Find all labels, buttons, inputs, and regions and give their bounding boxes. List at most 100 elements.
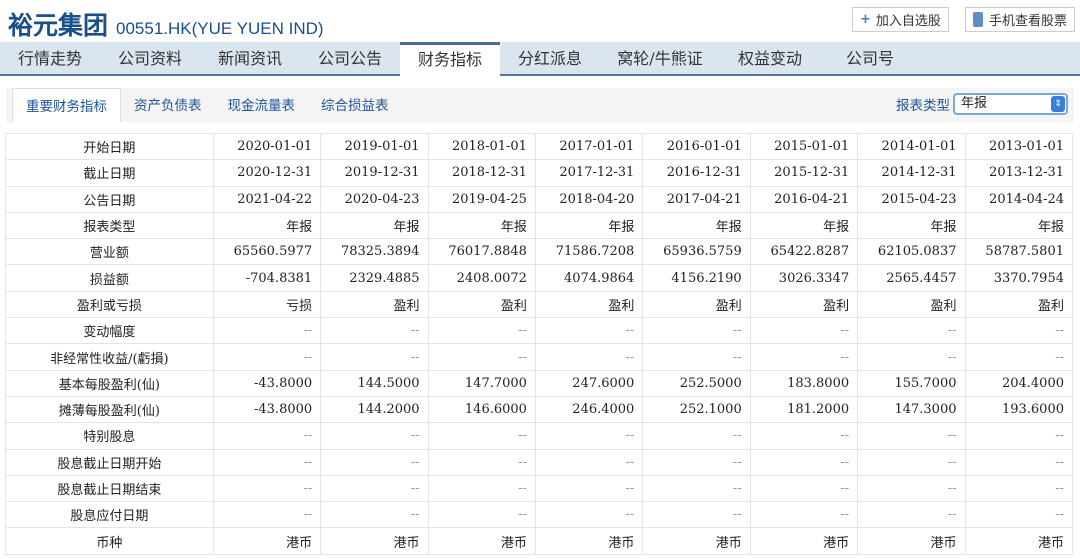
cell: 2019-04-25	[427, 185, 536, 213]
cell: 盈利	[642, 290, 751, 319]
nav-tab[interactable]: 新闻资讯	[200, 42, 300, 74]
report-type-select[interactable]: 年报 ⇕	[953, 93, 1068, 115]
nav-tab[interactable]: 行情走势	[0, 42, 100, 74]
nav-tab[interactable]: 权益变动	[720, 42, 820, 74]
cell: 港币	[857, 527, 966, 555]
table-row: 截止日期 2020-12-31 2019-12-31 2018-12-31 2017-1…	[5, 159, 1073, 187]
report-type-label: 报表类型	[896, 98, 950, 114]
table-row: 币种 港币 港币 港币 港币 港币 港币 港币 港币	[5, 527, 1073, 555]
cell: 2014-12-31	[857, 159, 966, 187]
cell: --	[534, 343, 644, 371]
cell: 4074.9864	[534, 264, 644, 292]
cell: --	[427, 474, 536, 503]
table-row: 变动幅度 -- -- -- -- -- -- -- --	[5, 317, 1073, 345]
sub-tab[interactable]: 现金流量表	[215, 88, 309, 122]
row-label: 损益额	[5, 264, 214, 292]
cell: 年报	[534, 211, 644, 240]
table-row: 摊薄每股盈利(仙) -43.8000 144.2000 146.6000 246.400…	[5, 395, 1073, 424]
row-label: 非经常性收益/(虧損)	[5, 343, 214, 371]
nav-tab[interactable]: 公司公告	[300, 42, 400, 74]
cell: --	[642, 422, 751, 450]
cell: --	[427, 501, 536, 529]
nav-tab[interactable]: 窝轮/牛熊证	[600, 42, 720, 74]
cell: 247.6000	[534, 369, 644, 397]
row-label: 股息截止日期结束	[5, 474, 214, 503]
main-nav: 行情走势 公司资料 新闻资讯 公司公告 财务指标 分红派息 窝轮/牛熊证 权益变动 公司号	[0, 42, 1080, 77]
cell: --	[964, 422, 1073, 450]
report-type: 报表类型 年报 ⇕	[896, 93, 1068, 115]
cell: --	[427, 448, 536, 476]
nav-tab[interactable]: 财务指标	[400, 42, 500, 77]
cell: 港币	[534, 527, 644, 555]
cell: 2018-01-01	[427, 132, 536, 161]
cell: --	[964, 448, 1073, 476]
cell: --	[642, 474, 751, 503]
cell: --	[534, 317, 644, 345]
cell: 71586.7208	[534, 238, 644, 266]
cell: 252.5000	[642, 369, 751, 397]
cell: -704.8381	[212, 264, 322, 292]
cell: 2017-01-01	[534, 132, 644, 161]
cell: --	[857, 317, 966, 345]
cell: 2014-01-01	[857, 132, 966, 161]
cell: 港币	[212, 527, 322, 555]
cell: 246.4000	[534, 395, 644, 424]
cell: 2015-01-01	[749, 132, 859, 161]
cell: 2015-12-31	[749, 159, 859, 187]
cell: --	[642, 343, 751, 371]
cell: 2021-04-22	[212, 185, 322, 213]
sub-tab[interactable]: 资产负债表	[121, 88, 215, 122]
cell: 3026.3347	[749, 264, 859, 292]
nav-tab[interactable]: 分红派息	[500, 42, 600, 74]
cell: 62105.0837	[857, 238, 966, 266]
nav-tab[interactable]: 公司号	[820, 42, 920, 74]
cell: --	[642, 448, 751, 476]
cell: --	[320, 343, 429, 371]
cell: --	[320, 448, 429, 476]
cell: --	[534, 501, 644, 529]
table-row: 报表类型 年报 年报 年报 年报 年报 年报 年报 年报	[5, 211, 1073, 240]
row-label: 公告日期	[5, 185, 214, 213]
cell: 2016-01-01	[642, 132, 751, 161]
cell: --	[212, 317, 322, 345]
cell: 港币	[964, 527, 1073, 555]
cell: --	[320, 317, 429, 345]
nav-tab[interactable]: 公司资料	[100, 42, 200, 74]
cell: 2018-12-31	[427, 159, 536, 187]
cell: --	[212, 422, 322, 450]
table-row: 股息截止日期结束 -- -- -- -- -- -- -- --	[5, 474, 1073, 503]
cell: 2016-12-31	[642, 159, 751, 187]
cell: 155.7000	[857, 369, 966, 397]
cell: 年报	[427, 211, 536, 240]
sub-tab[interactable]: 重要财务指标	[12, 88, 121, 122]
cell: 港币	[749, 527, 859, 555]
cell: 65936.5759	[642, 238, 751, 266]
cell: --	[749, 448, 859, 476]
table-row: 损益额 -704.8381 2329.4885 2408.0072 4074.9864 4…	[5, 264, 1073, 292]
cell: 2013-01-01	[964, 132, 1073, 161]
cell: --	[749, 317, 859, 345]
select-arrows-icon: ⇕	[1051, 96, 1065, 112]
cell: --	[857, 501, 966, 529]
cell: 亏损	[212, 290, 322, 319]
cell: 港币	[320, 527, 429, 555]
table-row: 盈利或亏损 亏损 盈利 盈利 盈利 盈利 盈利 盈利 盈利	[5, 290, 1073, 319]
sub-tabs: 重要财务指标 资产负债表 现金流量表 综合损益表 报表类型 年报 ⇕	[6, 88, 1074, 122]
plus-icon: +	[860, 12, 871, 27]
cell: --	[427, 422, 536, 450]
mobile-view-label: 手机查看股票	[989, 14, 1068, 29]
cell: --	[212, 474, 322, 503]
cell: --	[749, 474, 859, 503]
cell: 2018-04-20	[534, 185, 644, 213]
cell: 2016-04-21	[749, 185, 859, 213]
row-label: 摊薄每股盈利(仙)	[5, 395, 214, 424]
sub-tab[interactable]: 综合损益表	[308, 88, 402, 122]
add-watchlist-button[interactable]: + 加入自选股	[852, 7, 949, 32]
mobile-view-button[interactable]: 手机查看股票	[965, 7, 1076, 32]
row-label: 营业额	[5, 238, 214, 266]
cell: 204.4000	[964, 369, 1073, 397]
cell: --	[212, 501, 322, 529]
cell: --	[857, 474, 966, 503]
stock-code: 00551.HK(YUE YUEN IND)	[116, 19, 324, 38]
row-label: 报表类型	[5, 211, 214, 240]
